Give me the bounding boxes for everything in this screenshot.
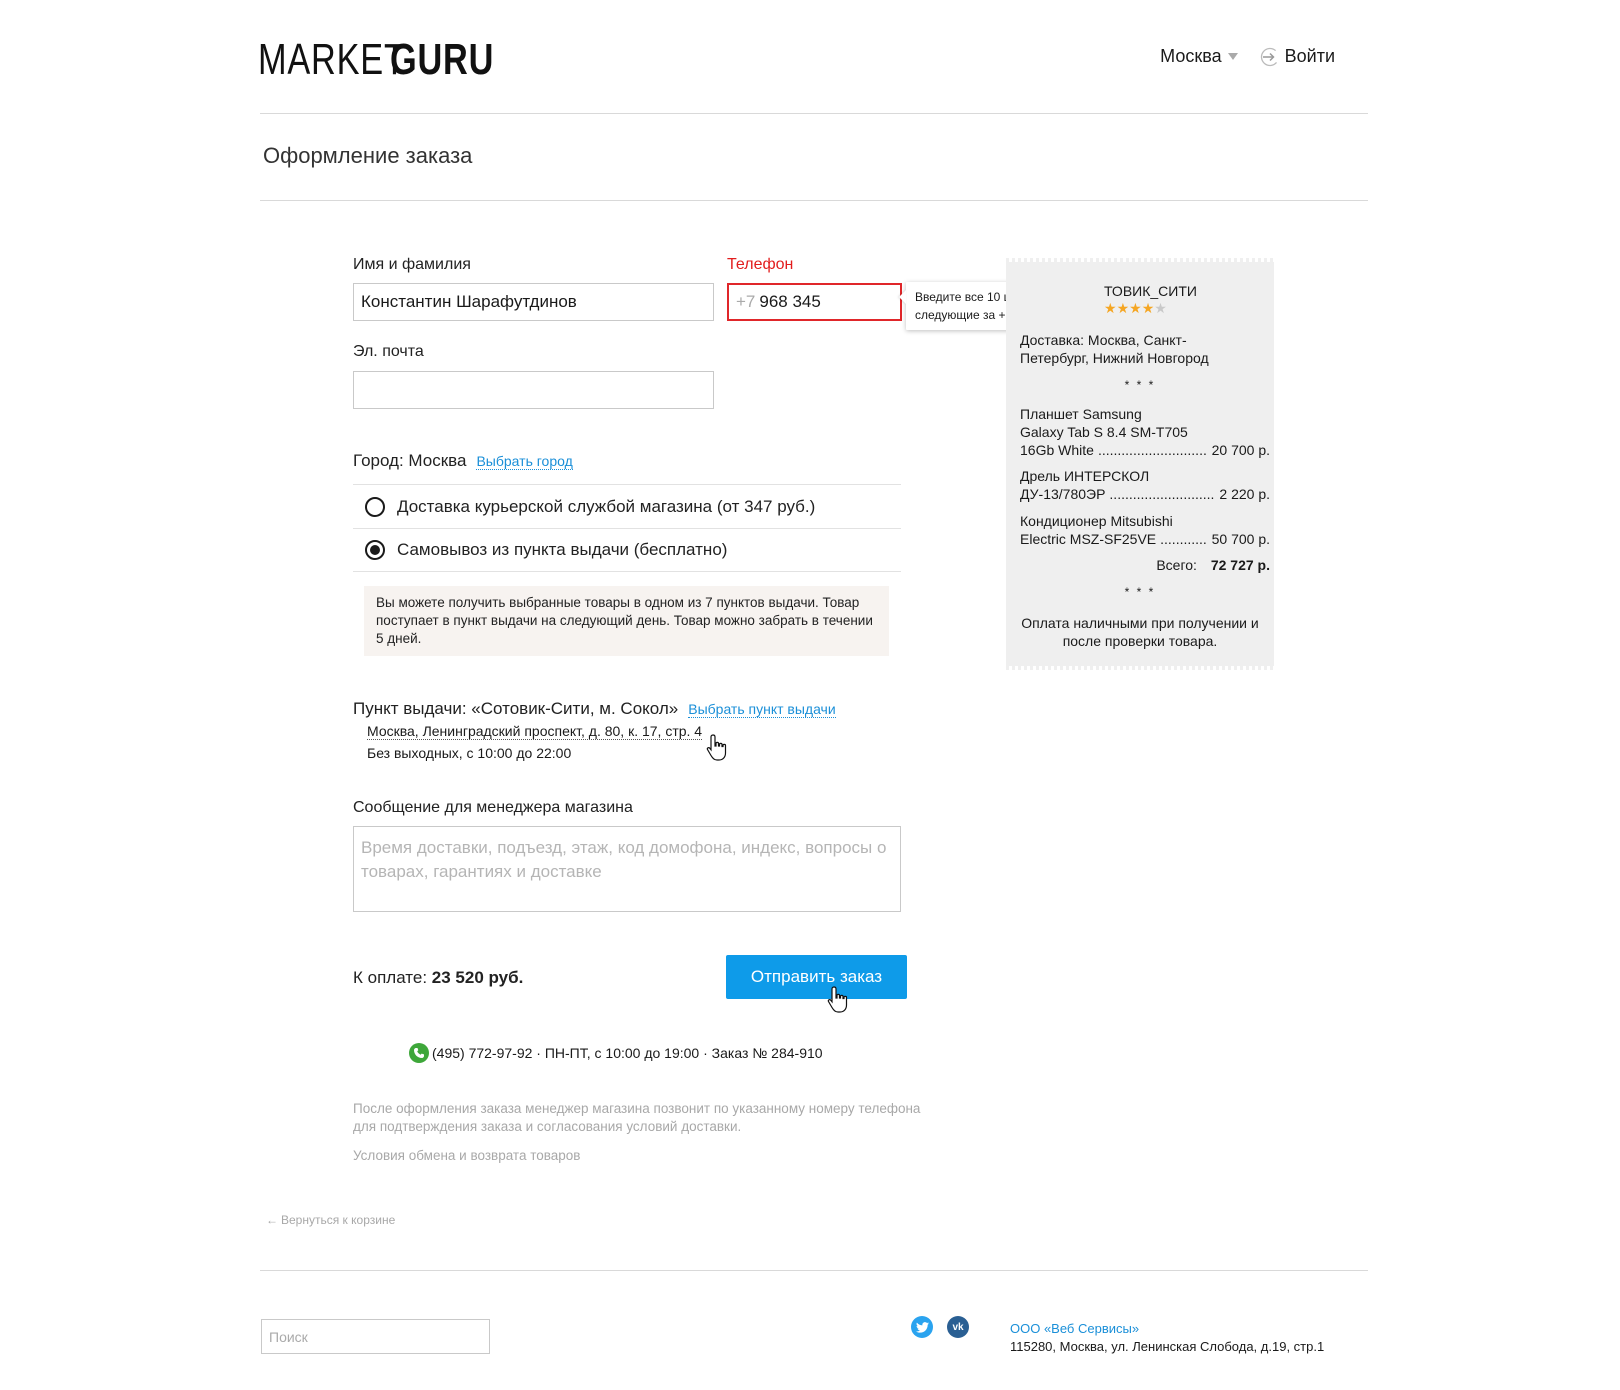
- divider: [260, 113, 1368, 114]
- item-price: 50 700 р.: [1211, 531, 1270, 547]
- receipt-item: Дрель ИНТЕРСКОЛ ДУ-13/780ЭР ............…: [1020, 467, 1270, 503]
- receipt-edge: [1006, 258, 1274, 262]
- contact-text: (495) 772-97-92 · ПН-ПТ, с 10:00 до 19:0…: [432, 1045, 823, 1061]
- header-actions: Москва Войти: [1160, 46, 1335, 67]
- twitter-icon[interactable]: [911, 1316, 933, 1338]
- radio-button[interactable]: [365, 496, 385, 517]
- name-value: Константин Шарафутдинов: [361, 292, 577, 311]
- logo[interactable]: MARKETGURU: [258, 36, 524, 84]
- star-icon: ★: [1129, 300, 1142, 316]
- item-name: ДУ-13/780ЭР: [1020, 486, 1106, 502]
- city-row: Город: Москва Выбрать город: [353, 451, 573, 471]
- company-address: 115280, Москва, ул. Ленинская Слобода, д…: [1010, 1339, 1325, 1354]
- phone-value: 968 345: [759, 292, 821, 311]
- return-terms-link[interactable]: Условия обмена и возврата товаров: [353, 1148, 580, 1163]
- to-pay-label: К оплате:: [353, 968, 428, 987]
- item-name: Galaxy Tab S 8.4 SM-T705: [1020, 424, 1188, 440]
- item-price: 2 220 р.: [1219, 486, 1270, 502]
- hand-cursor-icon: [827, 986, 848, 1013]
- city-selector[interactable]: Москва: [1160, 46, 1238, 67]
- shop-name: ТОВИК_СИТИ: [1104, 283, 1197, 299]
- receipt-item: Кондиционер Mitsubishi Electric MSZ-SF25…: [1020, 512, 1270, 548]
- receipt-total: Всего: 72 727 р.: [1020, 557, 1270, 573]
- login-label: Войти: [1284, 46, 1335, 66]
- item-name: Electric MSZ-SF25VE: [1020, 531, 1157, 547]
- total-value: 72 727 р.: [1210, 557, 1270, 573]
- dot-leader: ........................................: [1160, 531, 1207, 547]
- shop-rating: ★★★★★: [1104, 300, 1167, 317]
- message-textarea[interactable]: Время доставки, подъезд, этаж, код домоф…: [353, 826, 901, 912]
- divider: [260, 200, 1368, 201]
- vk-icon[interactable]: vk: [947, 1316, 969, 1338]
- pickup-address-link[interactable]: Москва, Ленинградский проспект, д. 80, к…: [367, 723, 703, 740]
- star-icon: ★: [1116, 300, 1130, 316]
- logo-light: MARKET: [258, 35, 406, 84]
- name-label: Имя и фамилия: [353, 256, 471, 273]
- to-pay-value: 23 520 руб.: [431, 968, 524, 987]
- receipt-edge: [1006, 666, 1274, 670]
- phone-label: Телефон: [727, 256, 794, 273]
- star-icon: ★: [1141, 300, 1155, 316]
- pickup-hours: Без выходных, с 10:00 до 22:00: [367, 745, 572, 761]
- submit-order-button[interactable]: Отправить заказ: [726, 955, 907, 999]
- delivery-option-label: Самовывоз из пункта выдачи (бесплатно): [397, 540, 728, 559]
- chevron-down-icon: [1227, 53, 1238, 60]
- confirmation-note: После оформления заказа менеджер магазин…: [353, 1101, 921, 1134]
- radio-button-checked[interactable]: [365, 540, 385, 560]
- item-price: 20 700 р.: [1211, 442, 1270, 458]
- payment-method: Оплата наличными при получении и после п…: [1021, 615, 1259, 649]
- company-link[interactable]: ООО «Веб Сервисы»: [1010, 1321, 1139, 1336]
- email-field[interactable]: [353, 371, 714, 409]
- hand-cursor-icon: [706, 734, 727, 761]
- phone-field[interactable]: +7 968 345: [727, 283, 902, 321]
- total-label: Всего:: [1156, 557, 1197, 573]
- receipt-separator: * * *: [1124, 585, 1156, 599]
- phone-prefix: +7: [736, 292, 756, 311]
- city-label: Москва: [1160, 46, 1222, 66]
- pickup-info-box: Вы можете получить выбранные товары в од…: [364, 586, 889, 656]
- item-name: Планшет Samsung: [1020, 406, 1142, 422]
- receipt-separator: * * *: [1124, 378, 1156, 392]
- delivery-option-courier[interactable]: Доставка курьерской службой магазина (от…: [353, 484, 901, 528]
- item-name: Дрель ИНТЕРСКОЛ: [1020, 468, 1150, 484]
- order-receipt: [1006, 258, 1274, 670]
- message-label: Сообщение для менеджера магазина: [353, 799, 633, 816]
- to-pay: К оплате: 23 520 руб.: [353, 968, 523, 988]
- page-title: Оформление заказа: [263, 143, 473, 168]
- arrow-left-icon: ←: [266, 1213, 278, 1227]
- choose-city-link[interactable]: Выбрать город: [476, 453, 573, 470]
- contact-line: (495) 772-97-92 · ПН-ПТ, с 10:00 до 19:0…: [409, 1043, 823, 1063]
- dot-leader: ........................................: [1109, 486, 1215, 502]
- city-text: Город: Москва: [353, 451, 467, 470]
- search-input[interactable]: Поиск: [261, 1319, 490, 1354]
- pickup-row: Пункт выдачи: «Сотовик-Сити, м. Сокол» В…: [353, 699, 836, 719]
- divider: [260, 1270, 1368, 1271]
- delivery-option-label: Доставка курьерской службой магазина (от…: [397, 496, 816, 516]
- receipt-item: Планшет Samsung Galaxy Tab S 8.4 SM-T705…: [1020, 405, 1270, 459]
- star-icon: ★: [1104, 300, 1117, 316]
- back-label: Вернуться к корзине: [281, 1213, 396, 1227]
- dot-leader: ........................................: [1097, 442, 1208, 458]
- email-label: Эл. почта: [353, 343, 424, 360]
- item-name: 16Gb White: [1020, 442, 1094, 458]
- name-field[interactable]: Константин Шарафутдинов: [353, 283, 714, 321]
- back-to-cart-link[interactable]: ← Вернуться к корзине: [266, 1213, 395, 1227]
- login-link[interactable]: Войти: [1260, 46, 1335, 67]
- receipt-delivery: Доставка: Москва, Санкт-Петербург, Нижни…: [1020, 332, 1209, 366]
- pickup-point-label: Пункт выдачи: «Сотовик-Сити, м. Сокол»: [353, 699, 679, 718]
- choose-pickup-link[interactable]: Выбрать пункт выдачи: [688, 701, 836, 718]
- phone-icon: [409, 1043, 429, 1063]
- vk-glyph: vk: [952, 1321, 964, 1333]
- item-name: Кондиционер Mitsubishi: [1020, 513, 1173, 529]
- delivery-option-pickup[interactable]: Самовывоз из пункта выдачи (бесплатно): [353, 528, 901, 572]
- login-icon: [1260, 47, 1279, 66]
- logo-bold: GURU: [390, 35, 495, 84]
- star-empty-icon: ★: [1154, 300, 1167, 316]
